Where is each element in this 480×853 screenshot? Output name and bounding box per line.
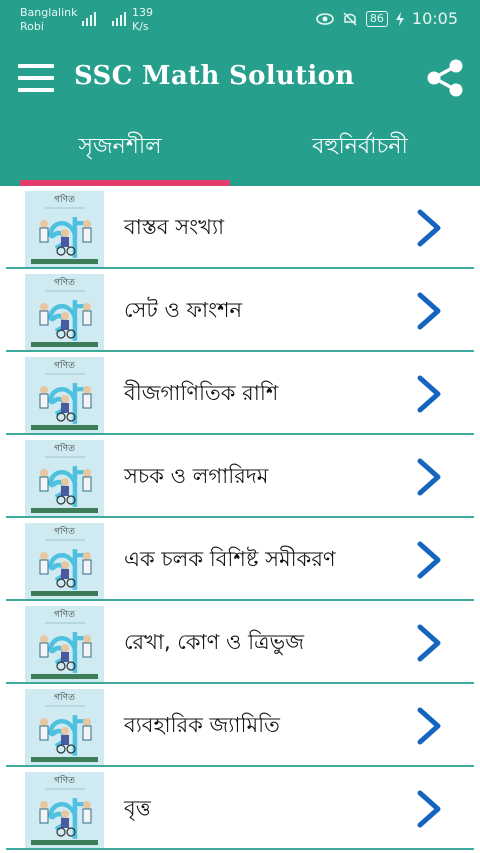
carrier-1: Banglalink bbox=[20, 6, 78, 19]
divider bbox=[6, 848, 474, 850]
chapter-label: বাস্তব সংখ্যা bbox=[124, 215, 225, 239]
cover-title-text: গণিত bbox=[54, 443, 75, 454]
chapter-label: এক চলক বিশিষ্ট সমীকরণ bbox=[124, 547, 336, 571]
cover-title-text: গণিত bbox=[54, 692, 75, 703]
signal-icon-2 bbox=[112, 12, 126, 26]
eye-icon bbox=[316, 12, 334, 25]
chevron-right-icon[interactable] bbox=[414, 291, 446, 331]
book-cover-thumbnail: গণিত গ bbox=[25, 357, 104, 433]
chevron-right-icon[interactable] bbox=[414, 457, 446, 497]
cover-title-text: গণিত bbox=[54, 194, 75, 205]
tab-bar: সৃজনশীল বহুনির্বাচনী bbox=[0, 118, 480, 186]
chevron-right-icon[interactable] bbox=[414, 374, 446, 414]
clock: 10:05 bbox=[411, 9, 458, 28]
chapter-label: বৃত্ত bbox=[124, 796, 151, 820]
app-bar: SSC Math Solution bbox=[0, 40, 480, 118]
list-item[interactable]: গণিত গ বৃত্ত bbox=[0, 767, 480, 850]
chevron-right-icon[interactable] bbox=[414, 789, 446, 829]
book-cover-thumbnail: গণিত গ bbox=[25, 772, 104, 848]
signal-icon bbox=[82, 12, 96, 26]
list-item[interactable]: গণিত গ সচক ও লগারিদম bbox=[0, 435, 480, 518]
app-title: SSC Math Solution bbox=[74, 61, 355, 91]
share-icon[interactable] bbox=[424, 58, 466, 98]
mute-icon bbox=[343, 11, 357, 26]
speed-unit: K/s bbox=[132, 20, 149, 33]
cover-title-text: গণিত bbox=[54, 775, 75, 786]
hamburger-menu-icon[interactable] bbox=[18, 64, 54, 94]
status-bar: Banglalink Robi 139 K/s 86 10:05 bbox=[0, 0, 480, 40]
speed-value: 139 bbox=[132, 6, 153, 19]
list-item[interactable]: গণিত গ রেখা, কোণ ও ত্রিভুজ bbox=[0, 601, 480, 684]
carrier-2: Robi bbox=[20, 20, 44, 33]
cover-title-text: গণিত bbox=[54, 277, 75, 288]
book-cover-thumbnail: গণিত গ bbox=[25, 689, 104, 765]
chapter-label: বীজগাণিতিক রাশি bbox=[124, 381, 279, 405]
book-cover-thumbnail: গণিত গ bbox=[25, 191, 104, 267]
book-cover-thumbnail: গণিত গ bbox=[25, 523, 104, 599]
carrier-info: Banglalink Robi bbox=[20, 6, 78, 34]
status-right: 86 10:05 bbox=[316, 9, 458, 28]
chevron-right-icon[interactable] bbox=[414, 540, 446, 580]
charging-icon bbox=[395, 11, 404, 26]
book-cover-thumbnail: গণিত গ bbox=[25, 606, 104, 682]
chevron-right-icon[interactable] bbox=[414, 623, 446, 663]
cover-title-text: গণিত bbox=[54, 609, 75, 620]
chapter-label: সচক ও লগারিদম bbox=[124, 464, 269, 488]
battery-indicator: 86 bbox=[365, 10, 388, 27]
chapter-label: রেখা, কোণ ও ত্রিভুজ bbox=[124, 630, 304, 654]
list-item[interactable]: গণিত গ বীজগাণিতিক রাশি bbox=[0, 352, 480, 435]
cover-title-text: গণিত bbox=[54, 526, 75, 537]
tab-mcq[interactable]: বহুনির্বাচনী bbox=[240, 118, 480, 186]
chapter-label: সেট ও ফাংশন bbox=[124, 298, 243, 322]
list-item[interactable]: গণিত গ ব্যবহারিক জ্যামিতি bbox=[0, 684, 480, 767]
list-item[interactable]: গণিত গ বাস্তব সংখ্যা bbox=[0, 186, 480, 269]
book-cover-thumbnail: গণিত গ bbox=[25, 274, 104, 350]
list-item[interactable]: গণিত গ এক চলক বিশিষ্ট সমীকরণ bbox=[0, 518, 480, 601]
chapter-label: ব্যবহারিক জ্যামিতি bbox=[124, 713, 280, 737]
chevron-right-icon[interactable] bbox=[414, 208, 446, 248]
cover-title-text: গণিত bbox=[54, 360, 75, 371]
network-speed: 139 K/s bbox=[132, 6, 153, 34]
tab-creative[interactable]: সৃজনশীল bbox=[0, 118, 240, 186]
book-cover-thumbnail: গণিত গ bbox=[25, 440, 104, 516]
chevron-right-icon[interactable] bbox=[414, 706, 446, 746]
list-item[interactable]: গণিত গ সেট ও ফাংশন bbox=[0, 269, 480, 352]
